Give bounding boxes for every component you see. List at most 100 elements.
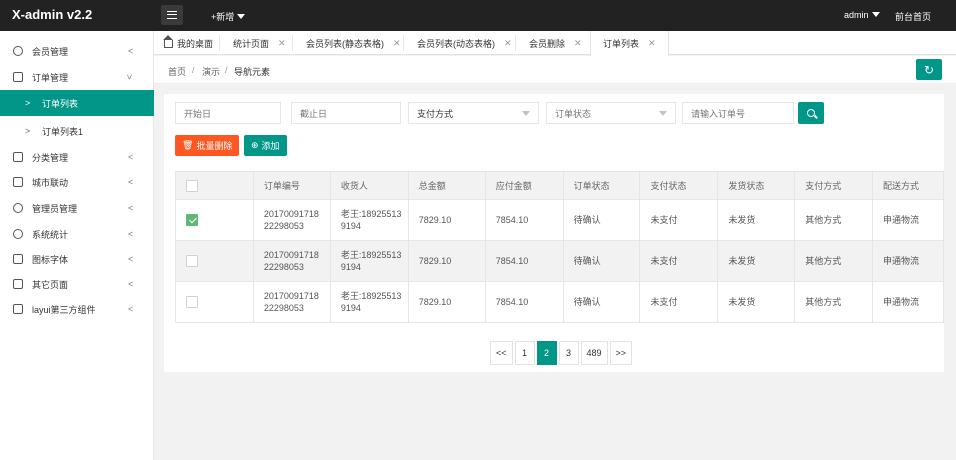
column-header: 订单状态 [562, 171, 641, 200]
sidebar-item-stats[interactable]: 系统统计 < [0, 221, 154, 247]
order-list-card: 开始日 截止日 支付方式 订单状态 请输入订单号 🗑 批量删除 ⊕ 添加 订单编… [164, 94, 944, 372]
order-no-cell: 20170091718 22298053 [252, 281, 331, 323]
add-new-dropdown[interactable]: +新增 [211, 10, 246, 23]
sidebar-item-label: 会员管理 [32, 46, 69, 57]
dropdown-arrow-icon [659, 111, 667, 116]
row-select-cell [175, 240, 254, 282]
order-no-input[interactable]: 请输入订单号 [682, 102, 794, 124]
table-row[interactable]: 20170091718 22298053 老王:18925513 9194 7829… [175, 281, 944, 323]
table-row[interactable]: 20170091718 22298053 老王:18925513 9194 7829… [175, 199, 944, 241]
delivery-cell: 申通物流 [872, 281, 944, 323]
table-header-row: 订单编号 收货人 总金额 应付金额 订单状态 支付状态 发货状态 支付方式 配送… [175, 171, 944, 200]
sidebar-subitem-order-list-1[interactable]: > 订单列表1 [0, 118, 154, 144]
search-button[interactable] [798, 102, 824, 124]
sidebar-item-other-pages[interactable]: 其它页面 < [0, 271, 154, 297]
caret-down-icon [237, 14, 246, 19]
pagination-page[interactable]: 1 [514, 341, 535, 365]
close-icon[interactable]: ✕ [574, 38, 582, 49]
app-logo[interactable]: X-admin v2.2 [12, 7, 92, 22]
column-header: 应付金额 [484, 171, 564, 200]
sidebar-item-layui-components[interactable]: layui第三方组件 < [0, 296, 154, 322]
tab-label: 会员删除 [529, 38, 566, 49]
sidebar-item-category[interactable]: 分类管理 < [0, 144, 154, 170]
order-no-part: 20170091718 [263, 291, 319, 301]
chevron-left-icon: < [128, 177, 134, 187]
column-header: 支付状态 [639, 171, 719, 200]
category-icon [13, 152, 23, 162]
total-cell: 7829.10 [407, 240, 486, 282]
tab-label: 统计页面 [233, 38, 270, 49]
menu-toggle-button[interactable] [161, 5, 183, 25]
user-dropdown[interactable]: admin [844, 10, 880, 20]
search-icon [807, 109, 815, 117]
row-checkbox[interactable] [186, 214, 198, 227]
close-icon[interactable]: ✕ [393, 38, 401, 49]
trash-icon: 🗑 [182, 140, 194, 150]
tab-member-delete[interactable]: 会员删除 ✕ [529, 31, 582, 55]
order-status-cell: 待确认 [562, 281, 641, 323]
pay-method-cell: 其他方式 [794, 240, 874, 282]
tab-order-list[interactable]: 订单列表 ✕ [590, 31, 669, 56]
consignee-part: 9194 [340, 303, 361, 313]
sidebar-item-label: 其它页面 [32, 279, 69, 290]
pagination-page-current[interactable]: 2 [536, 341, 557, 365]
close-icon[interactable]: ✕ [504, 38, 512, 49]
end-date-input[interactable]: 截止日 [291, 102, 401, 124]
pay-status-cell: 未支付 [639, 281, 719, 323]
add-new-label: +新增 [211, 12, 235, 22]
front-page-link[interactable]: 前台首页 [895, 10, 931, 23]
batch-delete-button[interactable]: 🗑 批量删除 [175, 135, 240, 156]
tab-stats[interactable]: 统计页面 ✕ [233, 31, 286, 55]
sidebar: 会员管理 < 订单管理 < > 订单列表 > 订单列表1 分类管理 < 城市联动… [0, 31, 154, 460]
tab-member-dynamic[interactable]: 会员列表(动态表格) ✕ [417, 31, 512, 55]
consignee-part: 老王:18925513 [340, 209, 402, 219]
select-all-checkbox[interactable] [186, 179, 198, 192]
close-icon[interactable]: ✕ [648, 38, 656, 49]
order-status-cell: 待确认 [562, 240, 641, 282]
breadcrumb-home[interactable]: 首页 [168, 65, 186, 78]
sidebar-item-orders[interactable]: 订单管理 < [0, 64, 154, 90]
pay-status-cell: 未支付 [639, 240, 719, 282]
sidebar-item-members[interactable]: 会员管理 < [0, 38, 154, 64]
order-no-cell: 20170091718 22298053 [252, 240, 331, 282]
column-header: 配送方式 [872, 171, 944, 200]
sidebar-item-label: layui第三方组件 [32, 304, 96, 315]
table-row[interactable]: 20170091718 22298053 老王:18925513 9194 7829… [175, 240, 944, 282]
order-status-select[interactable]: 订单状态 [546, 102, 676, 124]
row-checkbox[interactable] [186, 296, 198, 309]
pagination-prev[interactable]: << [490, 341, 513, 365]
chevron-left-icon: < [128, 46, 134, 56]
add-button[interactable]: ⊕ 添加 [244, 135, 287, 156]
sidebar-item-icon-font[interactable]: 图标字体 < [0, 246, 154, 272]
sidebar-item-label: 订单管理 [32, 72, 69, 83]
column-header: 发货状态 [717, 171, 796, 200]
total-cell: 7829.10 [407, 199, 486, 241]
refresh-button[interactable]: ↻ [916, 59, 942, 80]
chevron-left-icon: < [128, 229, 134, 239]
row-checkbox[interactable] [186, 255, 198, 268]
tab-divider [219, 35, 220, 51]
payable-cell: 7854.10 [484, 199, 564, 241]
pay-method-cell: 其他方式 [794, 199, 874, 241]
sidebar-item-admins[interactable]: 管理员管理 < [0, 195, 154, 221]
tab-member-static[interactable]: 会员列表(静态表格) ✕ [306, 31, 401, 55]
start-date-input[interactable]: 开始日 [175, 102, 281, 124]
pagination-page[interactable]: 3 [558, 341, 579, 365]
breadcrumb: 首页 / 演示 / 导航元素 ↻ [154, 56, 956, 84]
tab-desktop[interactable]: 我的桌面 [163, 31, 213, 55]
consignee-part: 9194 [340, 262, 361, 272]
pay-method-select[interactable]: 支付方式 [408, 102, 539, 124]
sidebar-item-city[interactable]: 城市联动 < [0, 169, 154, 195]
tab-label: 会员列表(静态表格) [306, 38, 384, 49]
sidebar-item-label: 城市联动 [32, 177, 69, 188]
close-icon[interactable]: ✕ [278, 38, 286, 49]
order-no-part: 20170091718 [263, 250, 319, 260]
breadcrumb-demo[interactable]: 演示 [202, 65, 220, 78]
sidebar-item-label: 订单列表1 [42, 126, 84, 137]
pay-method-value: 支付方式 [417, 108, 454, 119]
ship-status-cell: 未发货 [717, 240, 796, 282]
pagination-page[interactable]: 489 [580, 341, 608, 365]
consignee-cell: 老王:18925513 9194 [329, 281, 409, 323]
sidebar-subitem-order-list[interactable]: > 订单列表 [0, 90, 154, 116]
pagination-next[interactable]: >> [609, 341, 633, 365]
